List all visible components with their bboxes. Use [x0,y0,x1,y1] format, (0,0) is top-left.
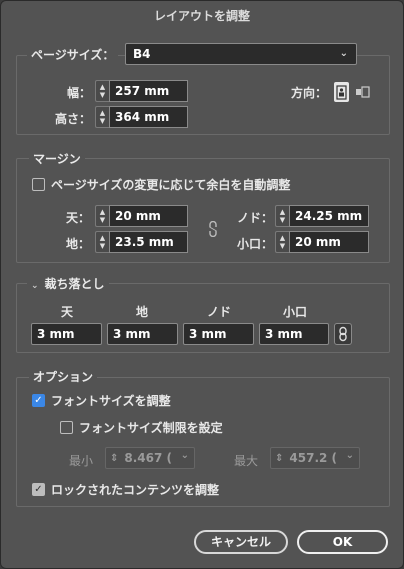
height-label: 高さ： [55,112,92,126]
margin-inside-input[interactable]: 24.25 mm [289,205,369,227]
font-min-value[interactable]: 8.467 ( [124,451,172,465]
font-limit-checkbox[interactable]: フォントサイズ制限を設定 [60,419,223,436]
margin-outside-stepper[interactable]: ▲ ▼ [275,231,289,253]
margin-bottom-input[interactable]: 23.5 mm [109,231,188,253]
font-max-label: 最大 [234,454,259,468]
dialog-title: レイアウトを調整 [153,9,250,23]
width-input[interactable]: 257 mm [109,80,188,102]
font-max-value[interactable]: 457.2 ( [289,451,337,465]
bleed-top-input[interactable]: 3 mm [31,323,102,345]
font-max-stepper[interactable]: ⇕ [275,453,283,464]
cancel-button[interactable]: キャンセル [194,530,288,554]
margins-title: マージン [29,150,85,167]
landscape-icon[interactable] [354,85,370,99]
margin-outside-label: 小口： [237,237,274,251]
adjust-locked-label: ロックされたコンテンツを調整 [51,483,220,497]
bleed-col-bottom: 地 [136,305,149,319]
bleed-outside-field[interactable]: 3 mm [259,323,329,345]
bleed-bottom-field[interactable]: 3 mm [107,323,178,345]
height-input[interactable]: 364 mm [109,106,188,128]
auto-adjust-margins-checkbox[interactable]: ページサイズの変更に応じて余白を自動調整 [32,176,290,193]
font-max-field[interactable]: ⇕ 457.2 ( ⌄ [270,447,360,469]
margin-outside-field[interactable]: ▲ ▼ 20 mm [275,231,369,253]
layout-adjust-dialog: レイアウトを調整 ページサイズ： B4 ⌄ 幅： ▲ ▼ 257 mm 高さ： ▲… [0,0,404,569]
margin-inside-label: ノド： [237,211,274,225]
chevron-down-icon[interactable]: ⌄ [31,281,39,291]
bleed-inside-input[interactable]: 3 mm [183,323,254,345]
page-size-label: ページサイズ： [27,46,119,63]
font-limit-box[interactable] [60,421,73,434]
font-min-field[interactable]: ⇕ 8.467 ( ⌄ [105,447,195,469]
adjust-fonts-box[interactable]: ✓ [32,394,45,407]
margin-inside-field[interactable]: ▲ ▼ 24.25 mm [275,205,369,227]
page-size-select[interactable]: B4 ⌄ [125,43,357,65]
margin-top-label: 天： [66,211,91,225]
margin-inside-stepper[interactable]: ▲ ▼ [275,205,289,227]
bleed-col-top: 天 [61,305,74,319]
adjust-locked-box[interactable]: ✓ [32,483,45,496]
chain-link-icon[interactable] [334,323,352,345]
margin-outside-input[interactable]: 20 mm [289,231,369,253]
auto-adjust-box[interactable] [32,178,45,191]
options-title: オプション [29,368,98,385]
bleed-title: 裁ち落とし [44,277,105,291]
broken-chain-icon[interactable] [205,220,221,238]
bleed-col-outside: 小口 [283,305,308,319]
bleed-bottom-input[interactable]: 3 mm [107,323,178,345]
font-min-label: 最小 [69,454,94,468]
page-size-value: B4 [133,47,151,61]
width-label: 幅： [67,86,92,100]
width-stepper[interactable]: ▲ ▼ [95,80,109,102]
portrait-icon[interactable] [334,82,349,102]
margin-top-stepper[interactable]: ▲ ▼ [95,205,109,227]
margin-top-input[interactable]: 20 mm [109,205,188,227]
height-field[interactable]: ▲ ▼ 364 mm [95,106,188,128]
font-min-stepper[interactable]: ⇕ [110,453,118,464]
width-field[interactable]: ▲ ▼ 257 mm [95,80,188,102]
bleed-title-wrap: ⌄ 裁ち落とし [27,275,109,292]
height-stepper[interactable]: ▲ ▼ [95,106,109,128]
margin-top-field[interactable]: ▲ ▼ 20 mm [95,205,188,227]
adjust-locked-checkbox[interactable]: ✓ ロックされたコンテンツを調整 [32,481,219,498]
adjust-fonts-checkbox[interactable]: ✓ フォントサイズを調整 [32,392,171,409]
chevron-down-icon[interactable]: ⌄ [346,450,354,461]
bleed-outside-input[interactable]: 3 mm [259,323,329,345]
bleed-inside-field[interactable]: 3 mm [183,323,254,345]
font-limit-label: フォントサイズ制限を設定 [79,421,223,435]
bleed-col-inside: ノド [207,305,232,319]
adjust-fonts-label: フォントサイズを調整 [51,394,171,408]
margin-bottom-field[interactable]: ▲ ▼ 23.5 mm [95,231,188,253]
auto-adjust-label: ページサイズの変更に応じて余白を自動調整 [51,178,291,192]
margin-bottom-stepper[interactable]: ▲ ▼ [95,231,109,253]
margin-bottom-label: 地： [66,237,91,251]
bleed-top-field[interactable]: 3 mm [31,323,102,345]
chevron-down-icon: ⌄ [339,48,348,59]
orientation-label: 方向： [291,86,328,100]
chevron-down-icon[interactable]: ⌄ [181,450,189,461]
ok-button[interactable]: OK [297,530,388,554]
